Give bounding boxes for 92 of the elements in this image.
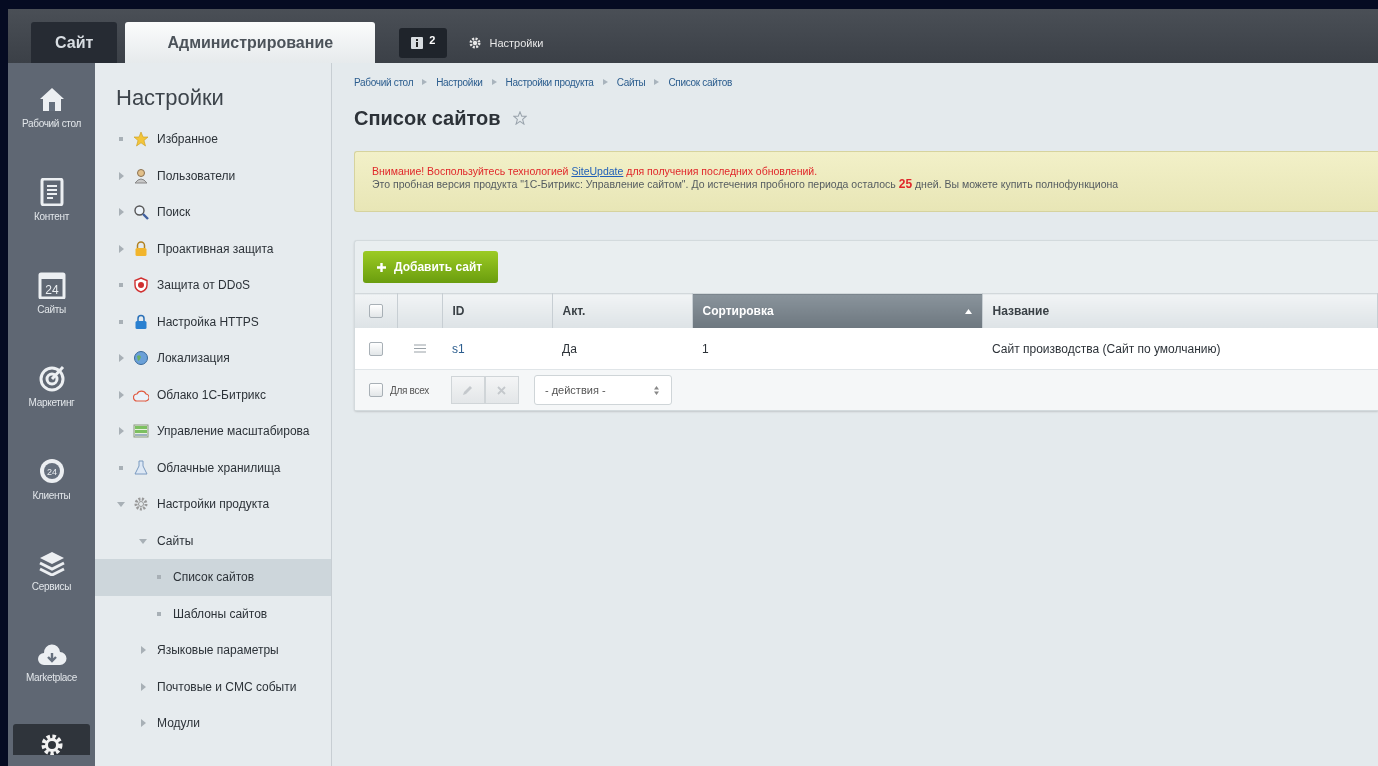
- breadcrumb-separator-icon: [491, 79, 497, 85]
- triangle-right-icon[interactable]: [117, 354, 125, 363]
- tree-item[interactable]: Проактивная защита: [95, 230, 331, 267]
- breadcrumb-link[interactable]: Сайты: [616, 76, 646, 88]
- document-icon: [39, 178, 64, 206]
- tree-item[interactable]: Облако 1С-Битрикс: [95, 376, 331, 413]
- tree-item[interactable]: Пользователи: [95, 157, 331, 194]
- rail-item[interactable]: 24 Клиенты: [8, 447, 95, 540]
- row-checkbox[interactable]: [369, 341, 383, 356]
- tree-item[interactable]: Настройки продукта: [95, 486, 331, 523]
- select-all-checkbox[interactable]: [368, 304, 383, 319]
- gear-icon: [133, 496, 149, 513]
- tree-item[interactable]: Модули: [95, 705, 331, 742]
- tree-item[interactable]: Шаблоны сайтов: [95, 595, 331, 632]
- close-icon: [497, 385, 507, 395]
- notice-details: Это пробная версия продукта "1С-Битрикс: Управление сайтом". До истечения пробного периода осталось 25 дней. Вы можете купить полнофункциона: [372, 178, 1120, 191]
- siteupdate-link[interactable]: SiteUpdate: [571, 165, 624, 177]
- tree-item[interactable]: Избранное: [95, 121, 331, 158]
- triangle-right-icon[interactable]: [117, 171, 125, 180]
- settings-rail-button[interactable]: [13, 724, 90, 755]
- rail-item[interactable]: Сервисы: [8, 540, 95, 633]
- breadcrumb-separator-icon: [602, 79, 608, 85]
- column-header[interactable]: Название: [982, 293, 1378, 328]
- tree-item[interactable]: Почтовые и СМС событи: [95, 668, 331, 705]
- column-header[interactable]: ID: [442, 293, 552, 328]
- tree-item[interactable]: Настройка HTTPS: [95, 303, 331, 340]
- triangle-right-icon[interactable]: [139, 682, 147, 691]
- rail-item[interactable]: Маркетинг: [8, 354, 95, 447]
- tree-item[interactable]: Поиск: [95, 194, 331, 231]
- page-title: Список сайтов: [354, 106, 501, 130]
- tree-item[interactable]: Сайты: [95, 522, 331, 559]
- layers-icon: [37, 550, 66, 576]
- sidebar-title: Настройки: [115, 85, 225, 111]
- plus-icon: [377, 262, 386, 272]
- column-header[interactable]: Акт.: [552, 293, 692, 328]
- cloud-icon: 24: [37, 457, 66, 485]
- table-cell: 1: [702, 341, 709, 356]
- top-tab[interactable]: Администрирование: [125, 22, 376, 63]
- sort-ascending-icon: [964, 308, 972, 314]
- rail-item[interactable]: Marketplace: [8, 633, 95, 726]
- search-icon: [133, 204, 149, 221]
- for-all-checkbox[interactable]: [369, 383, 383, 397]
- id-link[interactable]: s1: [452, 341, 465, 356]
- rail-item[interactable]: 24 Сайты: [8, 261, 95, 354]
- breadcrumb-link[interactable]: Настройки: [436, 76, 483, 88]
- target-icon: [37, 364, 66, 392]
- rail-item[interactable]: Рабочий стол: [8, 75, 95, 168]
- triangle-right-icon[interactable]: [117, 427, 125, 436]
- breadcrumb-separator-icon: [422, 79, 428, 85]
- actions-select[interactable]: - действия -: [533, 375, 672, 405]
- triangle-right-icon[interactable]: [117, 244, 125, 253]
- settings-icon: [469, 37, 482, 49]
- settings-link[interactable]: Настройки: [469, 37, 544, 49]
- top-tab[interactable]: Сайт: [31, 22, 118, 63]
- select-arrows-icon: [653, 385, 659, 395]
- star-icon: [133, 131, 149, 148]
- table-cell: Сайт производства (Сайт по умолчанию): [992, 341, 1221, 356]
- padlock-icon: [133, 240, 149, 257]
- star-icon[interactable]: [512, 111, 527, 125]
- stacked-bars-icon: [133, 423, 149, 440]
- tree-item[interactable]: Список сайтов: [95, 559, 331, 596]
- notice-warning: Внимание! Воспользуйтесь технологией SiteUpdate для получения последних обновлений.: [372, 165, 819, 178]
- tree-item[interactable]: Локализация: [95, 340, 331, 377]
- column-header[interactable]: Сортировка: [692, 293, 982, 328]
- triangle-down-icon[interactable]: [139, 536, 147, 545]
- tree-item[interactable]: Языковые параметры: [95, 632, 331, 669]
- triangle-right-icon[interactable]: [139, 646, 147, 655]
- calendar-icon: 24: [37, 271, 66, 299]
- breadcrumb-link[interactable]: Рабочий стол: [354, 76, 414, 88]
- tree-item[interactable]: Защита от DDoS: [95, 267, 331, 304]
- tree-item[interactable]: Облачные хранилища: [95, 449, 331, 486]
- breadcrumb-separator-icon: [654, 79, 660, 85]
- breadcrumb-link[interactable]: Настройки продукта: [505, 76, 594, 88]
- flask-icon: [133, 459, 149, 476]
- pencil-icon: [462, 384, 474, 396]
- info-icon: [411, 37, 424, 49]
- person-icon: [133, 167, 149, 184]
- globe-icon: [133, 350, 149, 367]
- for-all-label: Для всех: [390, 384, 429, 396]
- triangle-right-icon[interactable]: [117, 390, 125, 399]
- table-cell: Да: [562, 341, 577, 356]
- triangle-right-icon[interactable]: [139, 719, 147, 728]
- breadcrumb-link[interactable]: Список сайтов: [668, 76, 732, 88]
- notifications-button[interactable]: 2: [399, 28, 448, 58]
- triangle-right-icon[interactable]: [117, 208, 125, 217]
- triangle-down-icon[interactable]: [117, 500, 125, 509]
- padlock-icon: [133, 313, 149, 330]
- menu-icon[interactable]: [413, 343, 426, 353]
- tree-item[interactable]: Управление масштабирова: [95, 413, 331, 450]
- shield-icon: [133, 277, 149, 294]
- rail-item[interactable]: Контент: [8, 168, 95, 261]
- cloud-download-icon: [36, 643, 67, 667]
